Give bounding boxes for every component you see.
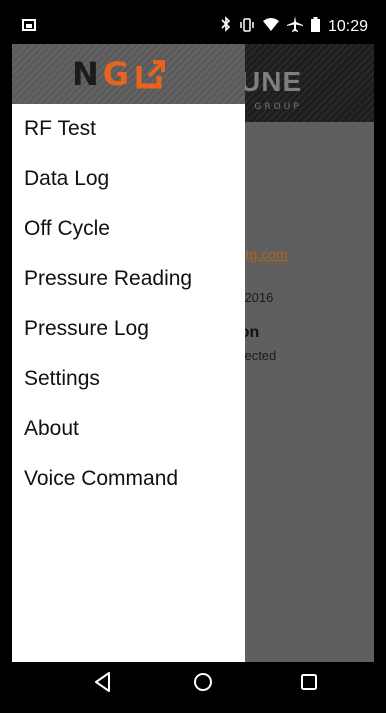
recents-icon[interactable]: [294, 668, 324, 696]
device-frame: 10:29 UNE Y GROUP 2 netg.com C 5, 2016 t…: [0, 0, 386, 713]
system-nav-bar: [12, 662, 374, 702]
menu-item-data-log[interactable]: Data Log: [12, 154, 245, 204]
app-logo-subtext: Y GROUP: [240, 102, 302, 112]
screen: 10:29 UNE Y GROUP 2 netg.com C 5, 2016 t…: [12, 10, 374, 702]
menu-item-about[interactable]: About: [12, 404, 245, 454]
logo-arrow-icon: [135, 58, 167, 90]
vibrate-icon: [239, 17, 255, 37]
menu-item-settings[interactable]: Settings: [12, 354, 245, 404]
image-notification-icon: [22, 19, 36, 31]
drawer-menu: RF Test Data Log Off Cycle Pressure Read…: [12, 104, 245, 504]
app-logo-text: UNE: [240, 66, 303, 97]
menu-item-rf-test[interactable]: RF Test: [12, 104, 245, 154]
logo-letter-g: G: [102, 55, 132, 93]
wifi-icon: [262, 17, 279, 37]
status-time: 10:29: [327, 17, 368, 35]
bluetooth-icon: [221, 16, 231, 37]
back-icon[interactable]: [88, 668, 118, 696]
menu-item-voice-command[interactable]: Voice Command: [12, 454, 245, 504]
status-icons: 10:29: [221, 16, 368, 37]
menu-item-pressure-reading[interactable]: Pressure Reading: [12, 254, 245, 304]
home-icon[interactable]: [188, 668, 218, 696]
status-bar: 10:29: [12, 10, 374, 44]
battery-icon: [310, 16, 320, 37]
menu-item-off-cycle[interactable]: Off Cycle: [12, 204, 245, 254]
ngo-logo: N G: [72, 56, 167, 92]
drawer-header: N G: [12, 44, 245, 104]
logo-letter-n: N: [72, 55, 101, 93]
menu-item-pressure-log[interactable]: Pressure Log: [12, 304, 245, 354]
airplane-icon: [286, 16, 303, 37]
navigation-drawer: N G RF Test Data Log Off Cycle Pressure …: [12, 44, 245, 662]
